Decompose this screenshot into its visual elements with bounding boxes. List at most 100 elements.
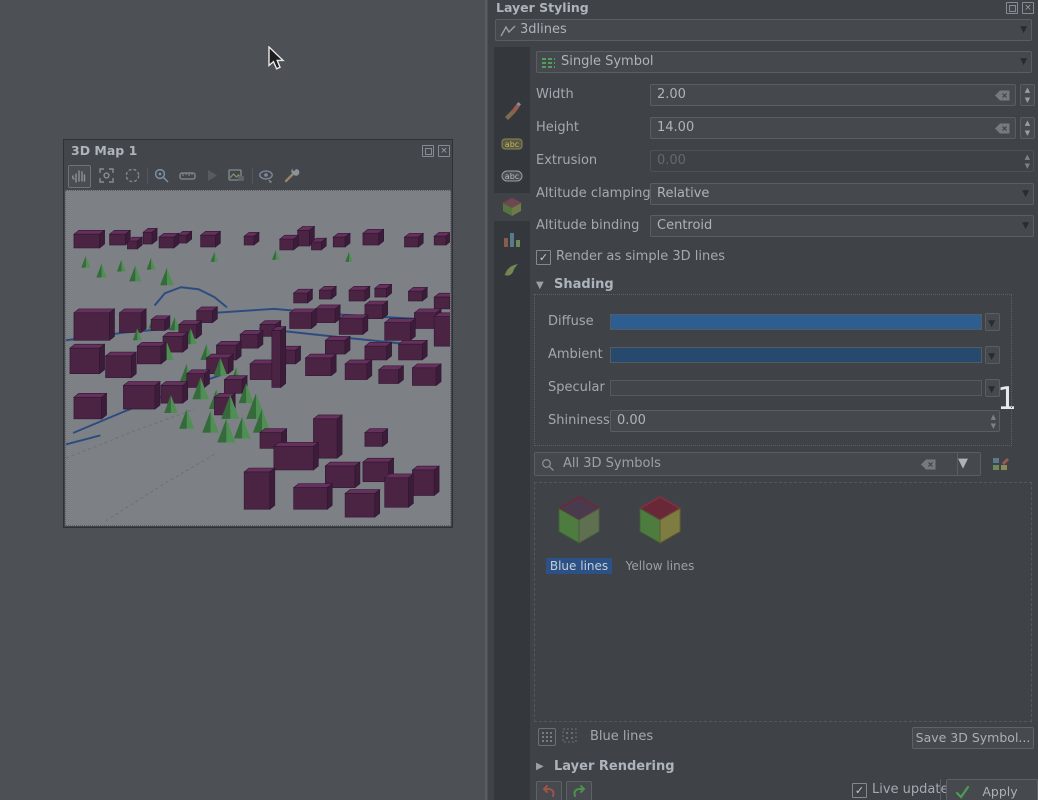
simple-3d-lines-label: Render as simple 3D lines — [556, 246, 725, 268]
camera-effects-icon[interactable] — [256, 165, 279, 188]
undo-button[interactable] — [536, 781, 562, 800]
close-window-icon[interactable]: × — [438, 145, 450, 157]
tab-history[interactable] — [501, 259, 523, 281]
redo-button[interactable] — [566, 781, 592, 800]
bottom-separator — [940, 779, 941, 800]
symbol-item-yellow-lines[interactable]: Yellow lines — [620, 492, 700, 578]
svg-text:abc: abc — [505, 172, 519, 181]
chevron-down-icon: ▼ — [988, 384, 995, 396]
ambient-label: Ambient — [548, 344, 603, 366]
3d-cube-symbol-icon — [556, 494, 602, 546]
apply-button[interactable]: Apply — [946, 779, 1038, 800]
live-update-checkbox[interactable]: ✓ — [852, 783, 867, 798]
symbol-library-grid-icon[interactable] — [538, 728, 556, 746]
chevron-down-icon: ▼ — [958, 456, 968, 471]
diffuse-color-swatch[interactable] — [610, 314, 982, 330]
width-input[interactable]: 2.00 — [650, 84, 1016, 106]
toolbar-separator — [147, 168, 148, 184]
clear-search-icon[interactable] — [921, 459, 936, 470]
map-window-title: 3D Map 1 — [71, 140, 137, 162]
search-icon — [541, 458, 555, 472]
specular-color-menu-button[interactable]: ▼ — [985, 379, 1000, 397]
shininess-input[interactable]: 0.00 ▲▼ — [610, 410, 1000, 432]
height-label: Height — [536, 117, 579, 139]
save-3d-symbol-button[interactable]: Save 3D Symbol... — [912, 727, 1034, 749]
shininess-spinner[interactable]: ▲▼ — [991, 413, 996, 431]
on-screen-notification-icon[interactable] — [122, 165, 145, 188]
tab-diagrams[interactable] — [501, 229, 523, 251]
symbol-search-box[interactable]: All 3D Symbols ▼ — [534, 452, 981, 476]
extrusion-spinner[interactable]: ▲▼ — [1025, 153, 1030, 171]
float-window-icon[interactable] — [422, 145, 434, 157]
layer-selector-value: 3dlines — [520, 20, 567, 40]
chevron-down-icon: ▼ — [988, 318, 995, 330]
height-spinner[interactable]: ▲▼ — [1020, 117, 1035, 139]
width-spinner[interactable]: ▲▼ — [1020, 84, 1035, 106]
close-panel-icon[interactable]: × — [1022, 2, 1034, 14]
clear-value-icon[interactable] — [995, 90, 1010, 101]
configure-icon[interactable] — [281, 165, 304, 188]
chevron-down-icon: ▼ — [1020, 24, 1027, 36]
tab-3d-view[interactable] — [501, 196, 523, 218]
extrusion-placeholder: 0.00 — [657, 153, 686, 168]
map-3d-canvas[interactable] — [65, 190, 451, 526]
shininess-value: 0.00 — [617, 413, 646, 428]
scene-3d-buildings — [66, 191, 450, 523]
style-manager-icon[interactable] — [991, 455, 1011, 475]
renderer-combo[interactable]: Single Symbol ▼ — [536, 51, 1032, 73]
identify-icon[interactable] — [151, 165, 174, 188]
apply-check-icon — [955, 785, 970, 799]
map-window-titlebar[interactable]: 3D Map 1 × — [64, 140, 452, 162]
apply-button-label: Apply — [982, 784, 1017, 799]
tab-masks[interactable]: abc — [501, 165, 523, 187]
altitude-clamping-label: Altitude clamping — [536, 183, 651, 205]
single-symbol-icon — [541, 56, 556, 70]
simple-3d-lines-checkbox[interactable]: ✓ — [536, 250, 551, 265]
symbol-item-label: Yellow lines — [620, 558, 700, 574]
collapse-triangle-icon[interactable]: ▼ — [536, 280, 544, 291]
ambient-color-swatch[interactable] — [610, 347, 982, 363]
altitude-clamping-value: Relative — [657, 186, 709, 201]
specular-label: Specular — [548, 377, 605, 399]
diffuse-color-menu-button[interactable]: ▼ — [985, 313, 1000, 331]
float-panel-icon[interactable] — [1006, 2, 1018, 14]
map-window: 3D Map 1 × — [63, 139, 453, 528]
ambient-color-menu-button[interactable]: ▼ — [985, 346, 1000, 364]
search-dropdown-section[interactable]: ▼ — [957, 453, 980, 475]
expand-triangle-icon[interactable]: ▶ — [536, 761, 544, 772]
altitude-binding-combo[interactable]: Centroid ▼ — [650, 215, 1034, 237]
dock-splitter[interactable] — [485, 0, 487, 800]
width-label: Width — [536, 84, 574, 106]
diffuse-label: Diffuse — [548, 311, 594, 333]
project-symbols-grid-icon[interactable] — [562, 728, 580, 746]
current-symbol-name: Blue lines — [590, 726, 653, 748]
specular-color-swatch[interactable] — [610, 380, 982, 396]
extrusion-label: Extrusion — [536, 150, 597, 172]
styling-tab-strip: abc abc — [494, 47, 530, 800]
mouse-cursor — [268, 46, 287, 73]
symbol-item-blue-lines[interactable]: Blue lines — [544, 492, 614, 578]
zoom-full-icon[interactable] — [96, 165, 119, 188]
animations-icon[interactable] — [201, 165, 224, 188]
symbol-item-label: Blue lines — [546, 558, 612, 574]
line-layer-icon — [500, 24, 516, 38]
height-input[interactable]: 14.00 — [650, 117, 1016, 139]
3d-cube-symbol-icon — [637, 494, 683, 546]
clear-value-icon[interactable] — [995, 123, 1010, 134]
shading-section-title[interactable]: Shading — [554, 274, 614, 296]
layer-styling-panel: Layer Styling × 3dlines ▼ abc abc — [488, 0, 1038, 800]
panel-title: Layer Styling — [496, 0, 589, 19]
save-as-image-icon[interactable] — [226, 165, 249, 188]
measurement-line-icon[interactable] — [177, 165, 200, 188]
layer-rendering-section-title[interactable]: Layer Rendering — [554, 756, 675, 778]
altitude-clamping-combo[interactable]: Relative ▼ — [650, 183, 1034, 205]
camera-control-icon[interactable] — [68, 165, 91, 188]
tab-labels[interactable]: abc — [501, 133, 523, 155]
width-value: 2.00 — [657, 87, 686, 102]
tab-symbology[interactable] — [501, 99, 523, 121]
map-toolbar — [64, 163, 452, 190]
layer-selector[interactable]: 3dlines ▼ — [495, 19, 1032, 41]
extrusion-input[interactable]: 0.00 ▲▼ — [650, 150, 1034, 172]
toolbar-separator — [252, 168, 253, 184]
svg-text:abc: abc — [505, 140, 519, 149]
